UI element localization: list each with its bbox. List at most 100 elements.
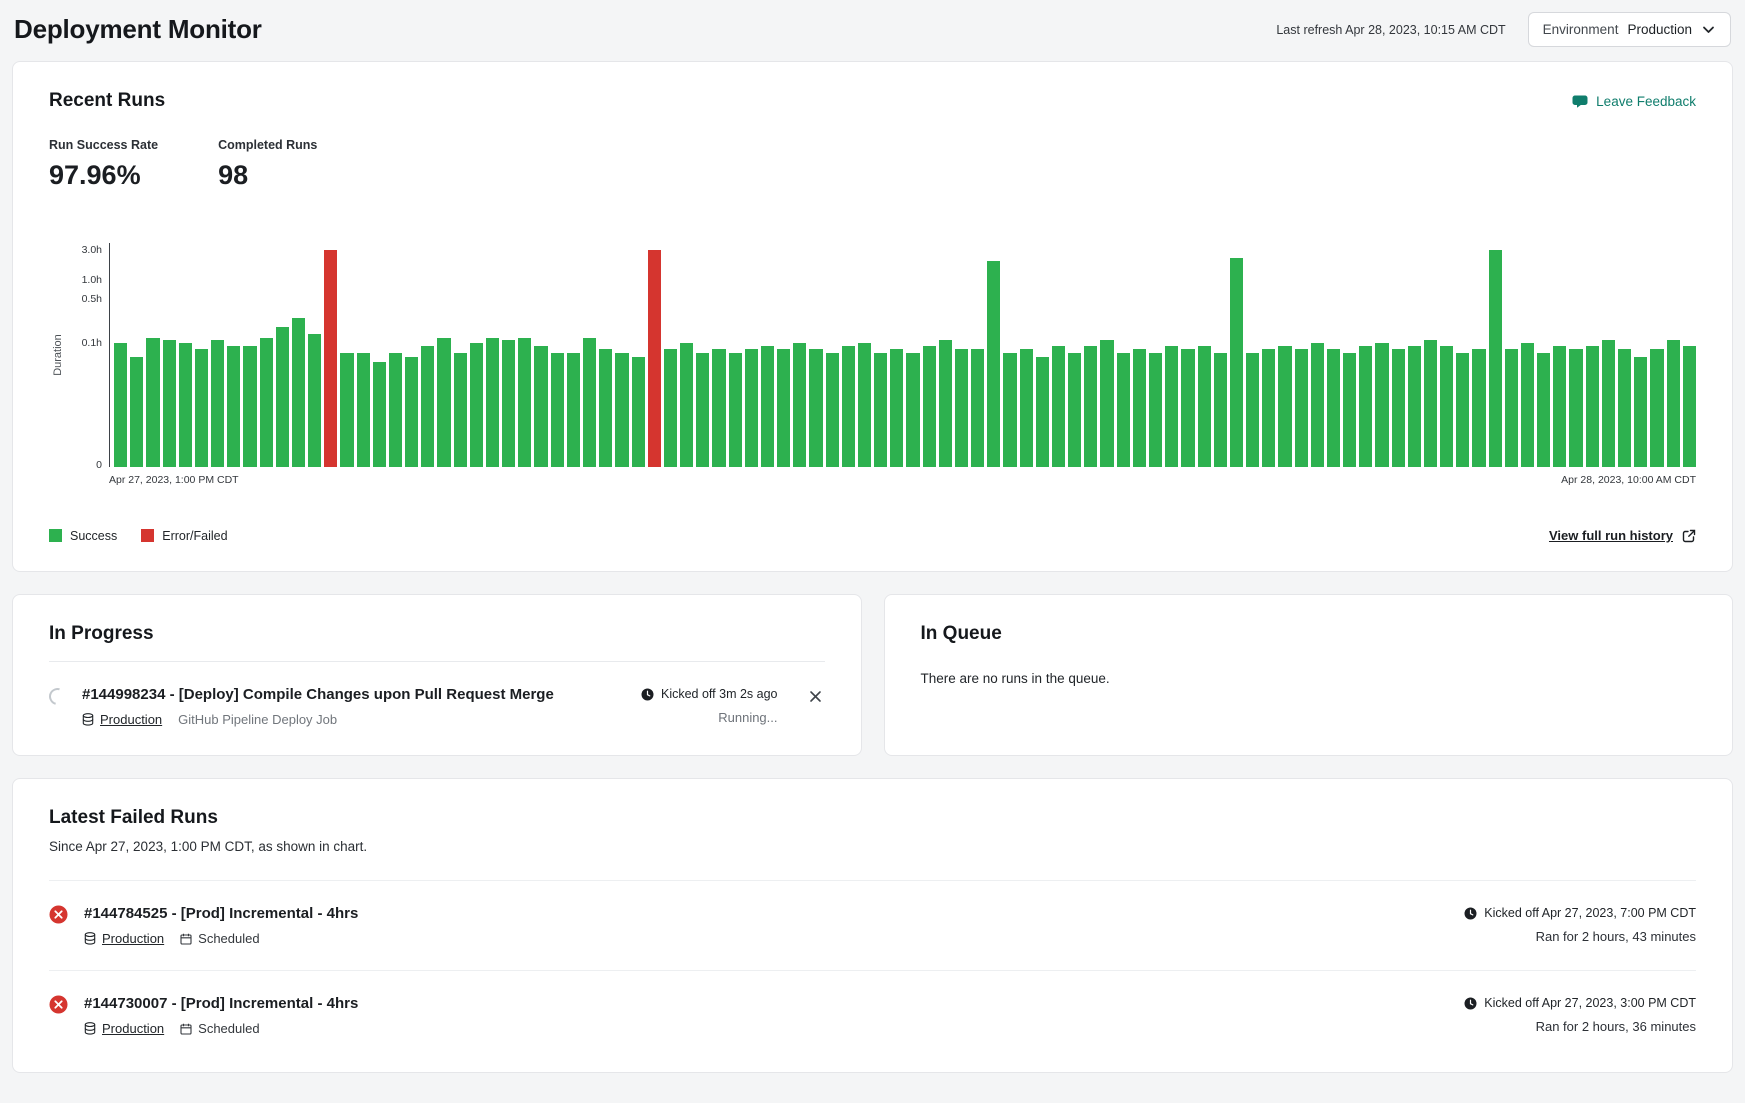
run-bar-success[interactable] bbox=[1133, 349, 1146, 467]
run-bar-success[interactable] bbox=[906, 353, 919, 467]
run-bar-success[interactable] bbox=[583, 338, 596, 467]
run-bar-success[interactable] bbox=[421, 346, 434, 467]
run-bar-success[interactable] bbox=[260, 338, 273, 467]
run-bar-success[interactable] bbox=[939, 340, 952, 467]
run-bar-success[interactable] bbox=[1198, 346, 1211, 467]
run-bar-success[interactable] bbox=[1667, 340, 1680, 467]
run-bar-success[interactable] bbox=[793, 343, 806, 467]
run-bar-success[interactable] bbox=[454, 353, 467, 467]
run-bar-success[interactable] bbox=[680, 343, 693, 467]
run-bar-success[interactable] bbox=[1440, 346, 1453, 467]
run-bar-success[interactable] bbox=[842, 346, 855, 467]
run-bar-success[interactable] bbox=[243, 346, 256, 467]
run-bar-success[interactable] bbox=[130, 357, 143, 467]
environment-link[interactable]: Production bbox=[84, 1021, 164, 1036]
run-bar-success[interactable] bbox=[373, 362, 386, 467]
run-bar-success[interactable] bbox=[1230, 258, 1243, 467]
run-bar-success[interactable] bbox=[890, 349, 903, 467]
run-bar-success[interactable] bbox=[1149, 353, 1162, 467]
run-bar-success[interactable] bbox=[470, 343, 483, 467]
run-bar-success[interactable] bbox=[632, 357, 645, 467]
run-bar-success[interactable] bbox=[1165, 346, 1178, 467]
run-bar-success[interactable] bbox=[874, 353, 887, 467]
run-bar-success[interactable] bbox=[745, 349, 758, 467]
run-bar-success[interactable] bbox=[340, 353, 353, 467]
run-bar-success[interactable] bbox=[987, 261, 1000, 467]
run-bar-success[interactable] bbox=[777, 349, 790, 467]
run-bar-success[interactable] bbox=[163, 340, 176, 467]
run-bar-success[interactable] bbox=[955, 349, 968, 467]
run-bar-success[interactable] bbox=[923, 346, 936, 467]
run-bar-success[interactable] bbox=[1683, 346, 1696, 467]
run-bar-success[interactable] bbox=[1020, 349, 1033, 467]
run-bar-success[interactable] bbox=[518, 338, 531, 467]
run-bar-success[interactable] bbox=[1618, 349, 1631, 467]
run-bar-success[interactable] bbox=[729, 353, 742, 467]
run-bar-success[interactable] bbox=[1650, 349, 1663, 467]
run-bar-success[interactable] bbox=[1084, 346, 1097, 467]
run-bar-success[interactable] bbox=[486, 338, 499, 467]
run-bar-success[interactable] bbox=[1181, 349, 1194, 467]
environment-link[interactable]: Production bbox=[84, 931, 164, 946]
run-bar-success[interactable] bbox=[1262, 349, 1275, 467]
run-bar-success[interactable] bbox=[1537, 353, 1550, 467]
run-bar-success[interactable] bbox=[1553, 346, 1566, 467]
run-bar-success[interactable] bbox=[615, 353, 628, 467]
run-bar-success[interactable] bbox=[502, 340, 515, 467]
run-bar-failed[interactable] bbox=[648, 250, 661, 467]
run-bar-success[interactable] bbox=[114, 343, 127, 467]
run-bar-success[interactable] bbox=[1634, 357, 1647, 467]
run-bar-success[interactable] bbox=[1068, 353, 1081, 467]
run-bar-success[interactable] bbox=[567, 353, 580, 467]
run-bar-success[interactable] bbox=[1408, 346, 1421, 467]
run-bar-success[interactable] bbox=[357, 353, 370, 467]
run-bar-success[interactable] bbox=[1521, 343, 1534, 467]
run-bar-success[interactable] bbox=[1456, 353, 1469, 467]
run-bar-success[interactable] bbox=[308, 334, 321, 467]
close-icon[interactable] bbox=[806, 687, 825, 709]
run-bar-success[interactable] bbox=[1392, 349, 1405, 467]
run-bar-success[interactable] bbox=[405, 357, 418, 467]
run-bar-success[interactable] bbox=[551, 353, 564, 467]
run-bar-success[interactable] bbox=[1311, 343, 1324, 467]
run-bar-success[interactable] bbox=[1472, 349, 1485, 467]
run-bar-success[interactable] bbox=[195, 349, 208, 467]
run-bar-success[interactable] bbox=[1036, 357, 1049, 467]
run-bar-success[interactable] bbox=[971, 349, 984, 467]
run-bar-success[interactable] bbox=[761, 346, 774, 467]
run-bar-success[interactable] bbox=[858, 343, 871, 467]
run-bar-success[interactable] bbox=[599, 349, 612, 467]
run-bar-success[interactable] bbox=[227, 346, 240, 467]
run-bar-success[interactable] bbox=[1602, 340, 1615, 467]
run-bar-success[interactable] bbox=[826, 353, 839, 467]
run-bar-success[interactable] bbox=[1100, 340, 1113, 467]
run-bar-success[interactable] bbox=[1505, 349, 1518, 467]
run-bar-success[interactable] bbox=[1343, 353, 1356, 467]
run-bar-success[interactable] bbox=[1246, 353, 1259, 467]
run-bar-success[interactable] bbox=[1003, 353, 1016, 467]
view-full-run-history-link[interactable]: View full run history bbox=[1549, 528, 1696, 543]
run-bar-success[interactable] bbox=[437, 338, 450, 467]
run-bar-success[interactable] bbox=[809, 349, 822, 467]
run-bar-success[interactable] bbox=[664, 349, 677, 467]
run-bar-success[interactable] bbox=[179, 343, 192, 467]
run-bar-success[interactable] bbox=[1375, 343, 1388, 467]
run-bar-success[interactable] bbox=[1052, 346, 1065, 467]
run-bar-success[interactable] bbox=[1278, 346, 1291, 467]
run-bar-success[interactable] bbox=[1359, 346, 1372, 467]
run-bar-success[interactable] bbox=[1586, 346, 1599, 467]
run-bar-success[interactable] bbox=[389, 353, 402, 467]
environment-link[interactable]: Production bbox=[82, 712, 162, 727]
run-bar-success[interactable] bbox=[292, 318, 305, 467]
run-bar-failed[interactable] bbox=[324, 250, 337, 467]
run-bar-success[interactable] bbox=[1117, 353, 1130, 467]
run-bar-success[interactable] bbox=[1569, 349, 1582, 467]
run-bar-success[interactable] bbox=[1295, 349, 1308, 467]
run-bar-success[interactable] bbox=[276, 327, 289, 467]
leave-feedback-link[interactable]: Leave Feedback bbox=[1572, 93, 1696, 109]
run-bar-success[interactable] bbox=[696, 353, 709, 467]
run-bar-success[interactable] bbox=[211, 340, 224, 467]
run-bar-success[interactable] bbox=[1424, 340, 1437, 467]
run-bar-success[interactable] bbox=[1489, 250, 1502, 467]
run-bar-success[interactable] bbox=[1214, 353, 1227, 467]
